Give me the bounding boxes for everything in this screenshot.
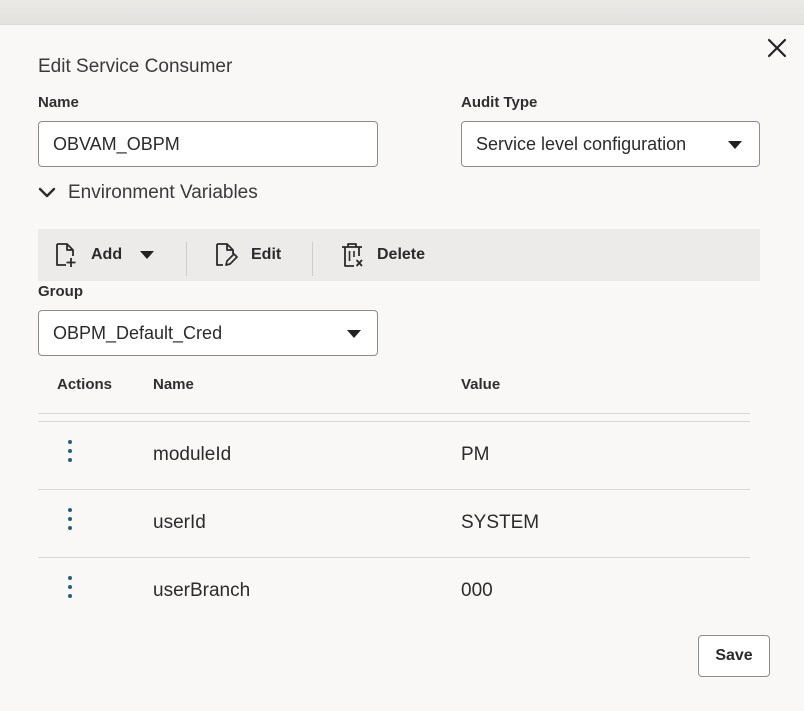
row-name-cell: userBranch bbox=[153, 580, 251, 601]
name-field-value: OBVAM_OBPM bbox=[53, 133, 180, 154]
environment-variables-label: Environment Variables bbox=[68, 182, 258, 203]
environment-variables-toggle[interactable]: Environment Variables bbox=[38, 182, 258, 204]
edit-button[interactable]: Edit bbox=[214, 229, 281, 281]
chevron-down-icon bbox=[38, 187, 56, 198]
edit-document-icon bbox=[216, 243, 238, 266]
table-row: moduleId PM bbox=[38, 422, 750, 489]
add-document-icon bbox=[56, 243, 76, 267]
audit-type-select[interactable]: Service level configuration bbox=[461, 121, 760, 167]
column-header-actions: Actions bbox=[57, 376, 113, 393]
close-icon[interactable] bbox=[766, 37, 788, 59]
table-row: userId SYSTEM bbox=[38, 490, 750, 557]
toolbar-separator bbox=[186, 242, 187, 276]
delete-trash-icon bbox=[342, 243, 363, 267]
background-strip bbox=[0, 0, 804, 25]
column-header-name: Name bbox=[153, 376, 194, 393]
edit-service-consumer-dialog: Edit Service Consumer Name OBVAM_OBPM Au… bbox=[0, 25, 804, 711]
delete-button-label: Delete bbox=[377, 246, 426, 263]
name-field[interactable]: OBVAM_OBPM bbox=[38, 121, 378, 167]
toolbar-separator bbox=[312, 242, 313, 276]
row-value-cell: PM bbox=[461, 444, 490, 465]
row-value-cell: SYSTEM bbox=[461, 512, 540, 533]
kebab-menu-icon[interactable] bbox=[65, 508, 75, 536]
dropdown-arrow-icon bbox=[347, 330, 361, 338]
row-name-cell: moduleId bbox=[153, 444, 232, 465]
audit-type-label: Audit Type bbox=[461, 94, 538, 111]
group-label: Group bbox=[38, 283, 83, 300]
group-select[interactable]: OBPM_Default_Cred bbox=[38, 310, 378, 356]
row-value-cell: 000 bbox=[461, 580, 493, 601]
edit-button-label: Edit bbox=[251, 246, 282, 263]
column-header-value: Value bbox=[461, 376, 501, 393]
name-label: Name bbox=[38, 94, 79, 111]
add-button-label: Add bbox=[91, 246, 123, 263]
audit-type-value: Service level configuration bbox=[476, 133, 687, 154]
kebab-menu-icon[interactable] bbox=[65, 440, 75, 468]
table-row: userBranch 000 bbox=[38, 558, 750, 625]
table-divider bbox=[38, 413, 750, 414]
add-button[interactable]: Add bbox=[54, 229, 155, 281]
row-name-cell: userId bbox=[153, 512, 206, 533]
delete-button[interactable]: Delete bbox=[340, 229, 425, 281]
group-value: OBPM_Default_Cred bbox=[53, 322, 223, 343]
environment-toolbar: Add Edit Delete bbox=[38, 229, 760, 281]
add-menu-arrow-icon[interactable] bbox=[140, 251, 155, 259]
save-button[interactable]: Save bbox=[698, 635, 770, 677]
dropdown-arrow-icon bbox=[728, 141, 742, 149]
kebab-menu-icon[interactable] bbox=[65, 576, 75, 604]
dialog-title: Edit Service Consumer bbox=[38, 56, 233, 77]
